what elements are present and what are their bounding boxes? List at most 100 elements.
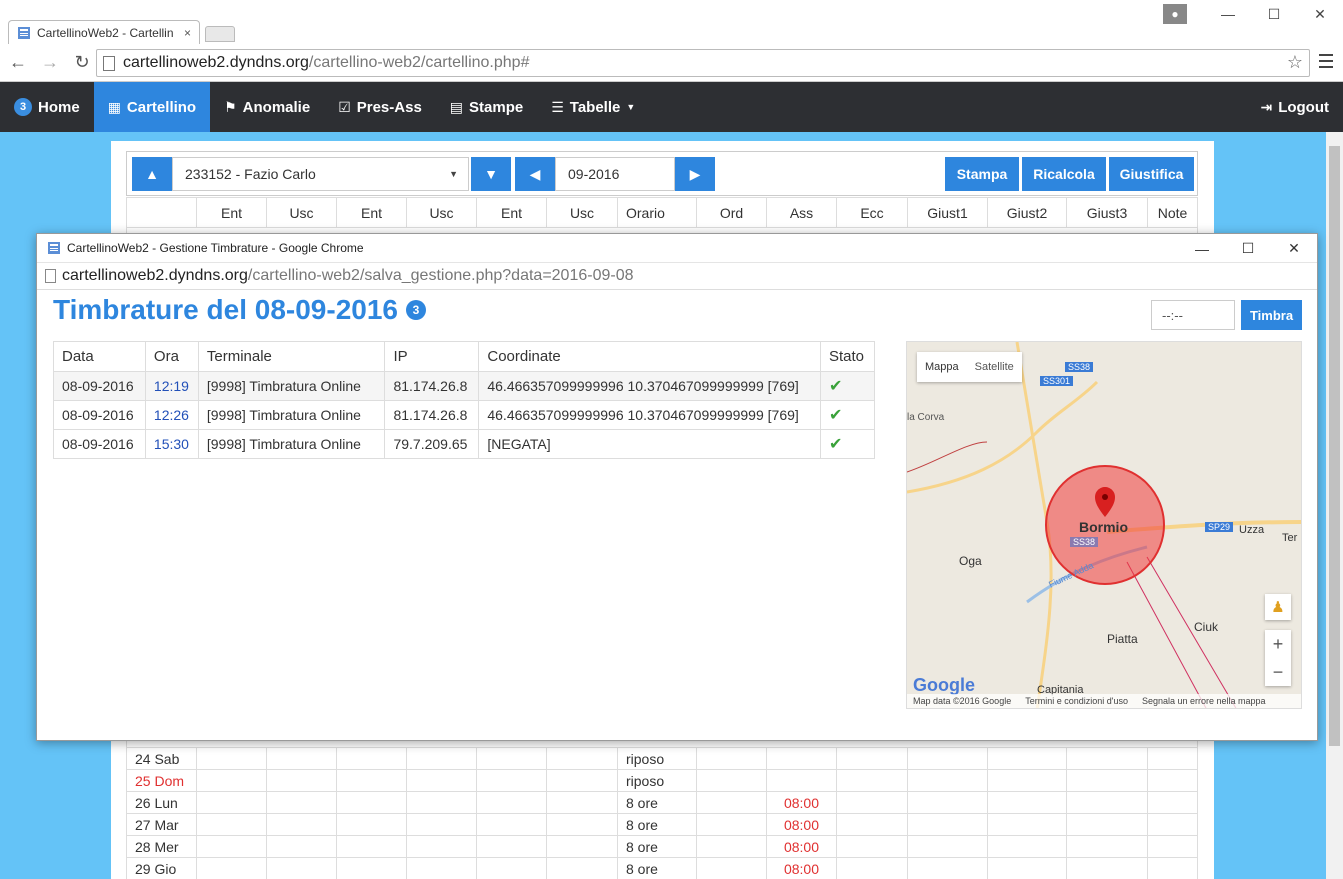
cell-day: 25 Dom bbox=[126, 769, 197, 792]
prev-employee-button[interactable]: ▲ bbox=[132, 157, 172, 191]
cell-ass bbox=[766, 769, 837, 792]
map-type-mappa[interactable]: Mappa bbox=[917, 352, 967, 382]
tab-close-icon[interactable]: × bbox=[184, 26, 191, 40]
time-input[interactable]: --:-- bbox=[1151, 300, 1235, 330]
google-logo: Google bbox=[913, 675, 975, 695]
next-employee-button[interactable]: ▼ bbox=[471, 157, 511, 191]
nav-pres-ass[interactable]: ☑ Pres-Ass bbox=[324, 82, 436, 132]
cell-day: 24 Sab bbox=[126, 747, 197, 770]
cell-empty bbox=[836, 747, 908, 770]
nav-tabelle[interactable]: ☰ Tabelle ▼ bbox=[537, 82, 649, 132]
table-row[interactable]: 26 Lun 8 ore 08:00 bbox=[126, 791, 1198, 814]
col-header: Ord bbox=[696, 197, 767, 228]
map-label-sp29: SP29 bbox=[1205, 522, 1234, 532]
nav-logout[interactable]: ⇥ Logout bbox=[1246, 82, 1343, 132]
list-icon: ☰ bbox=[551, 98, 564, 115]
scrollbar-thumb[interactable] bbox=[1329, 146, 1340, 746]
chrome-menu-icon[interactable] bbox=[1319, 54, 1333, 72]
cell-empty bbox=[546, 747, 618, 770]
timbra-button[interactable]: Timbra bbox=[1241, 300, 1302, 330]
popup-url-bar: cartellinoweb2.dyndns.org/cartellino-web… bbox=[37, 263, 1317, 290]
forward-arrow-icon[interactable]: → bbox=[36, 49, 64, 77]
map-label-ciuk: Ciuk bbox=[1194, 620, 1219, 634]
cell-empty bbox=[907, 791, 988, 814]
nav-anomalie[interactable]: ⚑ Anomalie bbox=[210, 82, 324, 132]
zoom-out-icon[interactable]: − bbox=[1265, 658, 1291, 686]
back-arrow-icon[interactable]: ← bbox=[4, 49, 32, 77]
street-view-pegman-icon[interactable]: ♟ bbox=[1265, 594, 1291, 620]
cell-empty bbox=[987, 747, 1067, 770]
zoom-in-icon[interactable]: + bbox=[1265, 630, 1291, 658]
table-row[interactable]: 08-09-2016 12:19 [9998] Timbratura Onlin… bbox=[53, 371, 875, 401]
cell-day: 28 Mer bbox=[126, 835, 197, 858]
attribution-terms-link[interactable]: Termini e condizioni d'uso bbox=[1025, 696, 1128, 706]
minimize-icon[interactable]: — bbox=[1179, 234, 1225, 263]
col-header: Orario bbox=[617, 197, 697, 228]
nav-cartellino[interactable]: ▦ Cartellino bbox=[93, 82, 211, 132]
reload-icon[interactable]: ↻ bbox=[68, 49, 96, 77]
new-tab-button[interactable] bbox=[205, 26, 235, 42]
cell-empty bbox=[1066, 791, 1148, 814]
maximize-icon[interactable]: ☐ bbox=[1251, 0, 1297, 28]
map-label-bormio: Bormio bbox=[1079, 519, 1128, 535]
cell-empty bbox=[836, 791, 908, 814]
popup-window-controls: — ☐ ✕ bbox=[1179, 234, 1317, 263]
table-row[interactable]: 27 Mar 8 ore 08:00 bbox=[126, 813, 1198, 836]
page-scrollbar[interactable] bbox=[1326, 132, 1343, 879]
cell-orario: 8 ore bbox=[617, 857, 697, 879]
table-row[interactable]: 24 Sab riposo bbox=[126, 747, 1198, 770]
minimize-icon[interactable]: — bbox=[1205, 0, 1251, 28]
table-header-row: Ent Usc Ent Usc Ent Usc Orario Ord Ass E… bbox=[126, 197, 1198, 228]
period-value: 09-2016 bbox=[568, 166, 620, 182]
maximize-icon[interactable]: ☐ bbox=[1225, 234, 1271, 263]
period-input[interactable]: 09-2016 bbox=[555, 157, 675, 191]
cell-orario: 8 ore bbox=[617, 835, 697, 858]
stampa-button[interactable]: Stampa bbox=[945, 157, 1019, 191]
cell-empty bbox=[696, 857, 767, 879]
arrow-up-icon: ▲ bbox=[145, 166, 159, 182]
map-zoom-control: + − bbox=[1265, 630, 1291, 686]
nav-stampe[interactable]: ▤ Stampe bbox=[436, 82, 537, 132]
cell-empty bbox=[546, 769, 618, 792]
location-map[interactable]: Mappa Satellite SS38 SS301 la Corva Borm… bbox=[906, 341, 1302, 709]
cell-empty bbox=[1066, 769, 1148, 792]
attribution-report-link[interactable]: Segnala un errore nella mappa bbox=[1142, 696, 1266, 706]
attribution-data: Map data ©2016 Google bbox=[913, 696, 1012, 706]
cell-empty bbox=[336, 747, 407, 770]
address-bar[interactable]: cartellinoweb2.dyndns.org/cartellino-web… bbox=[96, 49, 1310, 77]
table-row[interactable]: 29 Gio 8 ore 08:00 bbox=[126, 857, 1198, 879]
page-icon bbox=[103, 55, 115, 71]
col-header-day bbox=[126, 197, 197, 228]
ricalcola-button[interactable]: Ricalcola bbox=[1022, 157, 1106, 191]
close-window-icon[interactable]: ✕ bbox=[1297, 0, 1343, 28]
col-header: Giust2 bbox=[987, 197, 1067, 228]
nav-pres-ass-label: Pres-Ass bbox=[356, 98, 422, 116]
popup-heading: Timbrature del 08-09-2016 3 bbox=[53, 294, 432, 326]
nav-tabelle-label: Tabelle bbox=[569, 98, 621, 116]
close-window-icon[interactable]: ✕ bbox=[1271, 234, 1317, 263]
flag-icon: ⚑ bbox=[224, 98, 237, 115]
cell-day: 29 Gio bbox=[126, 857, 197, 879]
cell-empty bbox=[406, 813, 477, 836]
next-month-button[interactable]: ▶ bbox=[675, 157, 715, 191]
url-host: cartellinoweb2.dyndns.org bbox=[123, 54, 309, 71]
nav-home[interactable]: 3 Home bbox=[0, 82, 94, 132]
table-row[interactable]: 25 Dom riposo bbox=[126, 769, 1198, 792]
bookmark-star-icon[interactable]: ☆ bbox=[1287, 52, 1303, 73]
table-row[interactable]: 08-09-2016 12:26 [9998] Timbratura Onlin… bbox=[53, 400, 875, 430]
col-header: Ent bbox=[196, 197, 267, 228]
employee-select[interactable]: 233152 - Fazio Carlo ▼ bbox=[172, 157, 469, 191]
arrow-left-icon: ◀ bbox=[529, 165, 541, 182]
cell-empty bbox=[546, 791, 618, 814]
giustifica-button[interactable]: Giustifica bbox=[1109, 157, 1194, 191]
browser-tab[interactable]: CartellinoWeb2 - Cartellin × bbox=[8, 20, 200, 44]
prev-month-button[interactable]: ◀ bbox=[515, 157, 555, 191]
map-type-satellite[interactable]: Satellite bbox=[967, 352, 1022, 382]
cell-empty bbox=[987, 835, 1067, 858]
col-header: Ass bbox=[766, 197, 837, 228]
table-row[interactable]: 08-09-2016 15:30 [9998] Timbratura Onlin… bbox=[53, 429, 875, 459]
nav-stampe-label: Stampe bbox=[469, 98, 524, 116]
cell-data: 08-09-2016 bbox=[53, 400, 146, 430]
table-row[interactable]: 28 Mer 8 ore 08:00 bbox=[126, 835, 1198, 858]
user-profile-icon[interactable]: ● bbox=[1163, 4, 1187, 24]
